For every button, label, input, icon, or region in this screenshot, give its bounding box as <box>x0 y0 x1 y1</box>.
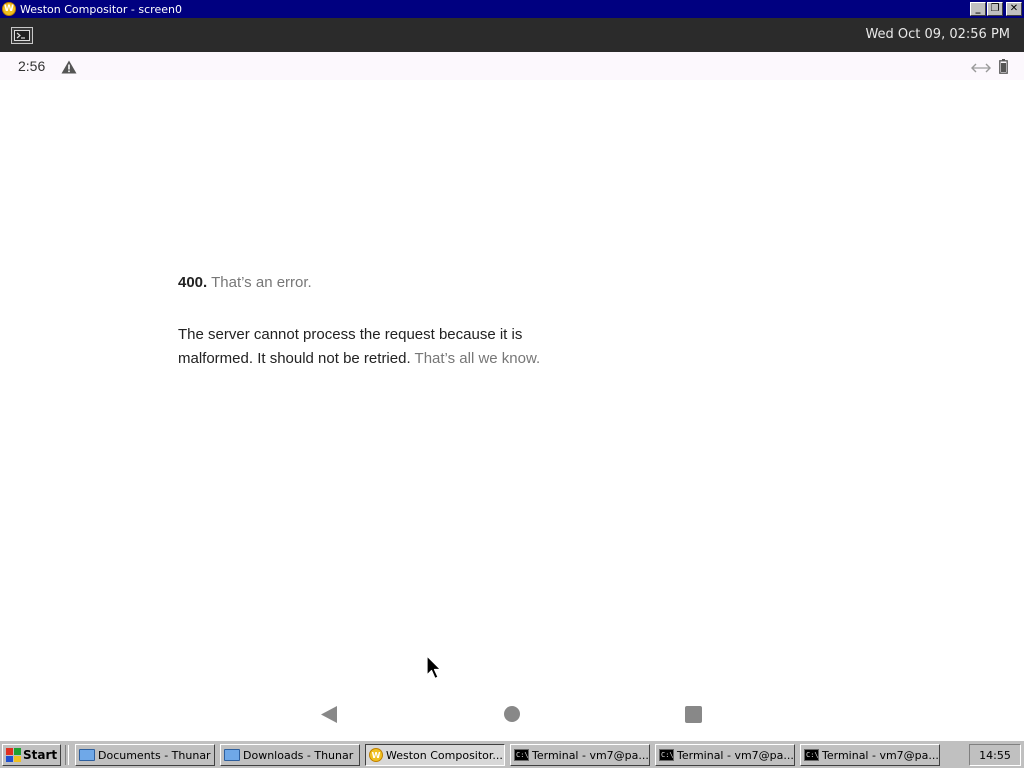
start-button[interactable]: Start <box>2 744 61 766</box>
task-label: Terminal - vm7@pa... <box>532 748 649 762</box>
weston-icon: W <box>369 748 383 762</box>
terminal-icon: C:\ <box>659 749 674 761</box>
error-subtitle: That’s an error. <box>211 274 312 291</box>
taskbar-separator <box>65 745 69 765</box>
window-title-bar[interactable]: W Weston Compositor - screen0 _ ❐ ✕ <box>0 0 1024 18</box>
panel-clock: Wed Oct 09, 02:56 PM <box>865 27 1010 42</box>
terminal-icon: C:\ <box>514 749 529 761</box>
error-code: 400. <box>178 274 208 291</box>
error-message-tail: That’s all we know. <box>414 350 541 367</box>
task-label: Downloads - Thunar <box>243 748 354 762</box>
task-button-downloads[interactable]: Downloads - Thunar <box>220 744 360 766</box>
battery-icon <box>999 59 1008 78</box>
terminal-icon: C:\ <box>804 749 819 761</box>
android-status-bar: 2:56 <box>0 52 1024 80</box>
start-label: Start <box>23 748 58 762</box>
task-button-terminal-3[interactable]: C:\ Terminal - vm7@pa... <box>800 744 940 766</box>
back-icon[interactable] <box>320 705 338 728</box>
task-label: Documents - Thunar <box>98 748 211 762</box>
error-page: 400. That’s an error. The server cannot … <box>0 80 1024 698</box>
weston-app-icon[interactable]: W <box>2 2 16 16</box>
task-button-weston[interactable]: W Weston Compositor... <box>365 744 505 766</box>
terminal-launcher-icon[interactable] <box>11 27 33 44</box>
status-icons <box>971 59 1008 78</box>
weston-panel: Wed Oct 09, 02:56 PM <box>0 18 1024 52</box>
start-logo-icon <box>6 748 21 762</box>
task-label: Terminal - vm7@pa... <box>822 748 939 762</box>
minimize-button[interactable]: _ <box>970 2 986 16</box>
mouse-cursor-icon <box>426 655 444 685</box>
folder-icon <box>79 749 95 761</box>
recents-icon[interactable] <box>685 706 702 723</box>
android-nav-bar <box>0 698 1024 740</box>
task-label: Weston Compositor... <box>386 748 503 762</box>
error-message: The server cannot process the request be… <box>178 323 598 371</box>
task-button-terminal-1[interactable]: C:\ Terminal - vm7@pa... <box>510 744 650 766</box>
taskbar: Start Documents - Thunar Downloads - Thu… <box>0 740 1024 768</box>
data-transfer-icon <box>971 59 991 78</box>
tray-clock[interactable]: 14:55 <box>969 744 1021 766</box>
task-button-terminal-2[interactable]: C:\ Terminal - vm7@pa... <box>655 744 795 766</box>
folder-icon <box>224 749 240 761</box>
task-button-documents[interactable]: Documents - Thunar <box>75 744 215 766</box>
window-title: Weston Compositor - screen0 <box>20 2 182 16</box>
task-label: Terminal - vm7@pa... <box>677 748 794 762</box>
error-heading: 400. That’s an error. <box>178 274 312 291</box>
home-icon[interactable] <box>504 706 520 722</box>
close-button[interactable]: ✕ <box>1006 2 1022 16</box>
maximize-button[interactable]: ❐ <box>987 2 1003 16</box>
window-controls: _ ❐ ✕ <box>970 2 1022 16</box>
warning-icon <box>61 59 77 78</box>
status-time: 2:56 <box>18 58 46 74</box>
